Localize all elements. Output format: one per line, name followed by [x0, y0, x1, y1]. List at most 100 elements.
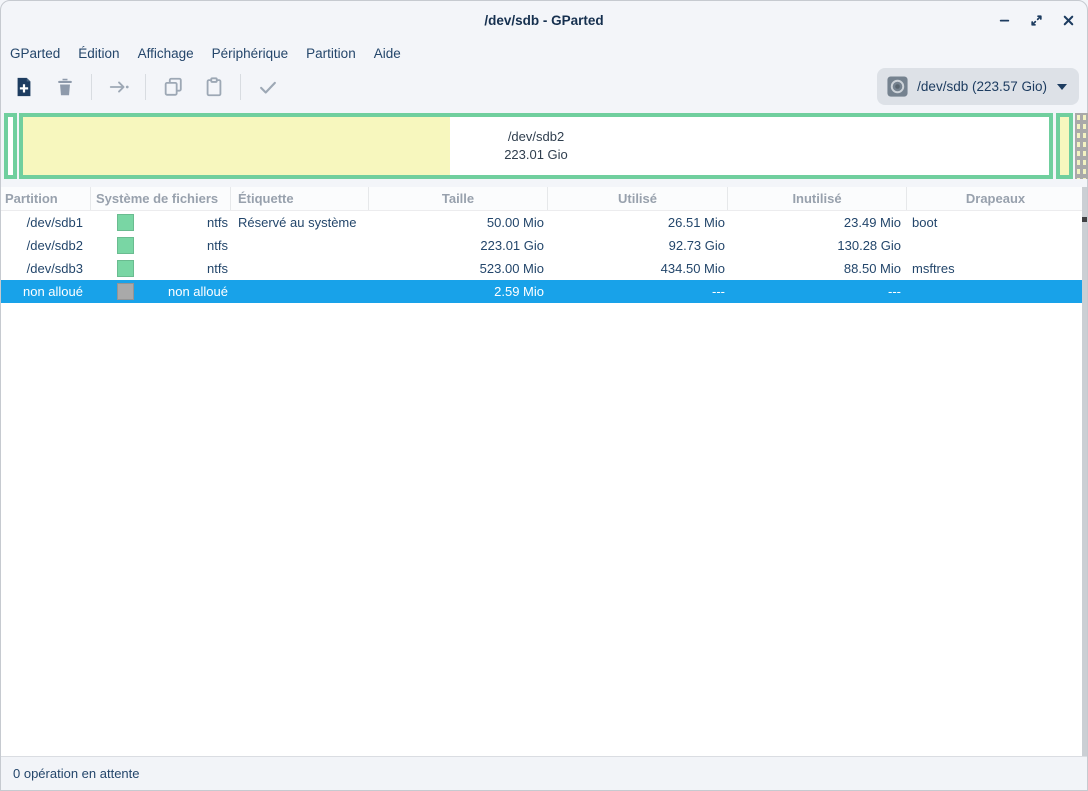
viz-label-device: /dev/sdb2 — [23, 128, 1049, 146]
cell-flags: boot — [907, 211, 1084, 234]
copy-icon — [162, 76, 184, 98]
cell-partition: non alloué — [1, 280, 91, 303]
cell-size: 2.59 Mio — [369, 280, 548, 303]
cell-flags: msftres — [907, 257, 1084, 280]
column-header-flags[interactable]: Drapeaux — [907, 187, 1084, 210]
filesystem-color-swatch — [117, 260, 134, 277]
table-row[interactable]: non allouénon alloué2.59 Mio------ — [1, 280, 1087, 303]
close-icon — [1061, 13, 1076, 31]
filesystem-color-swatch — [117, 214, 134, 231]
column-header-label[interactable]: Étiquette — [231, 187, 369, 210]
resize-move-icon — [108, 76, 130, 98]
menu-item-affichage[interactable]: Affichage — [137, 44, 195, 63]
viz-segment-unallocated[interactable] — [1075, 113, 1088, 179]
minimize-icon — [997, 13, 1012, 31]
table-body: /dev/sdb1 ntfsRéservé au système50.00 Mio… — [1, 211, 1087, 303]
resize-move-button[interactable] — [98, 68, 139, 106]
cell-unused: 130.28 Gio — [728, 234, 907, 257]
delete-partition-button[interactable] — [44, 68, 85, 106]
paste-button[interactable] — [193, 68, 234, 106]
minimize-button[interactable] — [993, 11, 1015, 33]
gparted-window: { "window": { "title": "/dev/sdb - GPart… — [0, 0, 1088, 791]
scrollbar-thumb[interactable] — [1082, 217, 1087, 222]
device-selector-value: /dev/sdb (223.57 Gio) — [917, 79, 1047, 94]
new-partition-button[interactable] — [3, 68, 44, 106]
window-controls — [993, 11, 1079, 33]
toolbar-buttons — [3, 68, 288, 106]
viz-segment-dev-sdb3[interactable] — [1056, 113, 1073, 179]
column-header-used[interactable]: Utilisé — [548, 187, 728, 210]
viz-label-size: 223.01 Gio — [23, 146, 1049, 164]
cell-size: 50.00 Mio — [369, 211, 548, 234]
cell-partition: /dev/sdb2 — [1, 234, 91, 257]
cell-flags — [907, 280, 1084, 303]
viz-segment-dev-sdb1[interactable] — [4, 113, 17, 179]
table-row[interactable]: /dev/sdb2 ntfs 223.01 Gio92.73 Gio130.28 G… — [1, 234, 1087, 257]
column-header-unused[interactable]: Inutilisé — [728, 187, 907, 210]
filesystem-name: non alloué — [134, 280, 231, 303]
cell-label — [231, 234, 369, 257]
copy-button[interactable] — [152, 68, 193, 106]
column-header-partition[interactable]: Partition — [1, 187, 91, 210]
filesystem-color-swatch — [117, 237, 134, 254]
harddisk-icon — [886, 75, 909, 98]
partition-table: PartitionSystème de fichiersÉtiquetteTai… — [1, 187, 1087, 756]
cell-unused: 23.49 Mio — [728, 211, 907, 234]
cell-used: --- — [548, 280, 728, 303]
status-bar: 0 opération en attente — [1, 756, 1087, 790]
cell-unused: --- — [728, 280, 907, 303]
table-header: PartitionSystème de fichiersÉtiquetteTai… — [1, 187, 1087, 211]
cell-used: 434.50 Mio — [548, 257, 728, 280]
filesystem-name: ntfs — [134, 257, 231, 280]
cell-unused: 88.50 Mio — [728, 257, 907, 280]
menu-item-aide[interactable]: Aide — [373, 44, 402, 63]
cell-filesystem: ntfs — [91, 211, 231, 234]
viz-used-fill — [1060, 117, 1069, 175]
toolbar-separator — [145, 74, 146, 100]
cell-label — [231, 280, 369, 303]
filesystem-color-swatch — [117, 283, 134, 300]
viz-segment-label: /dev/sdb2223.01 Gio — [23, 128, 1049, 164]
title-bar: /dev/sdb - GParted — [1, 1, 1087, 41]
table-row[interactable]: /dev/sdb3 ntfs 523.00 Mio434.50 Mio88.50 M… — [1, 257, 1087, 280]
delete-partition-icon — [54, 76, 76, 98]
menu-bar: GParted Édition Affichage Périphérique Parti… — [1, 41, 1087, 65]
cell-partition: /dev/sdb3 — [1, 257, 91, 280]
apply-icon — [257, 76, 279, 98]
menu-item-peripherique[interactable]: Périphérique — [211, 44, 290, 63]
cell-label — [231, 257, 369, 280]
cell-used: 92.73 Gio — [548, 234, 728, 257]
maximize-icon — [1029, 13, 1044, 31]
cell-label: Réservé au système — [231, 211, 369, 234]
cell-size: 223.01 Gio — [369, 234, 548, 257]
close-button[interactable] — [1057, 11, 1079, 33]
vertical-scrollbar[interactable] — [1082, 187, 1087, 756]
viz-segment-dev-sdb2[interactable]: /dev/sdb2223.01 Gio — [19, 113, 1053, 179]
new-partition-icon — [13, 76, 35, 98]
toolbar-separator — [240, 74, 241, 100]
cell-filesystem: ntfs — [91, 234, 231, 257]
cell-flags — [907, 234, 1084, 257]
cell-filesystem: ntfs — [91, 257, 231, 280]
apply-button[interactable] — [247, 68, 288, 106]
menu-item-gparted[interactable]: GParted — [9, 44, 61, 63]
filesystem-name: ntfs — [134, 234, 231, 257]
paste-icon — [203, 76, 225, 98]
cell-filesystem: non alloué — [91, 280, 231, 303]
column-header-fs[interactable]: Système de fichiers — [91, 187, 231, 210]
cell-used: 26.51 Mio — [548, 211, 728, 234]
maximize-button[interactable] — [1025, 11, 1047, 33]
menu-item-edition[interactable]: Édition — [77, 44, 120, 63]
chevron-down-icon — [1057, 84, 1067, 90]
toolbar: /dev/sdb (223.57 Gio) — [1, 65, 1087, 109]
column-header-size[interactable]: Taille — [369, 187, 548, 210]
table-row[interactable]: /dev/sdb1 ntfsRéservé au système50.00 Mio… — [1, 211, 1087, 234]
window-title: /dev/sdb - GParted — [1, 13, 1087, 28]
pending-operations-text: 0 opération en attente — [13, 766, 140, 781]
partition-visualization: /dev/sdb2223.01 Gio — [1, 109, 1087, 187]
cell-partition: /dev/sdb1 — [1, 211, 91, 234]
filesystem-name: ntfs — [134, 211, 231, 234]
device-selector[interactable]: /dev/sdb (223.57 Gio) — [877, 68, 1079, 105]
cell-size: 523.00 Mio — [369, 257, 548, 280]
menu-item-partition[interactable]: Partition — [305, 44, 357, 63]
